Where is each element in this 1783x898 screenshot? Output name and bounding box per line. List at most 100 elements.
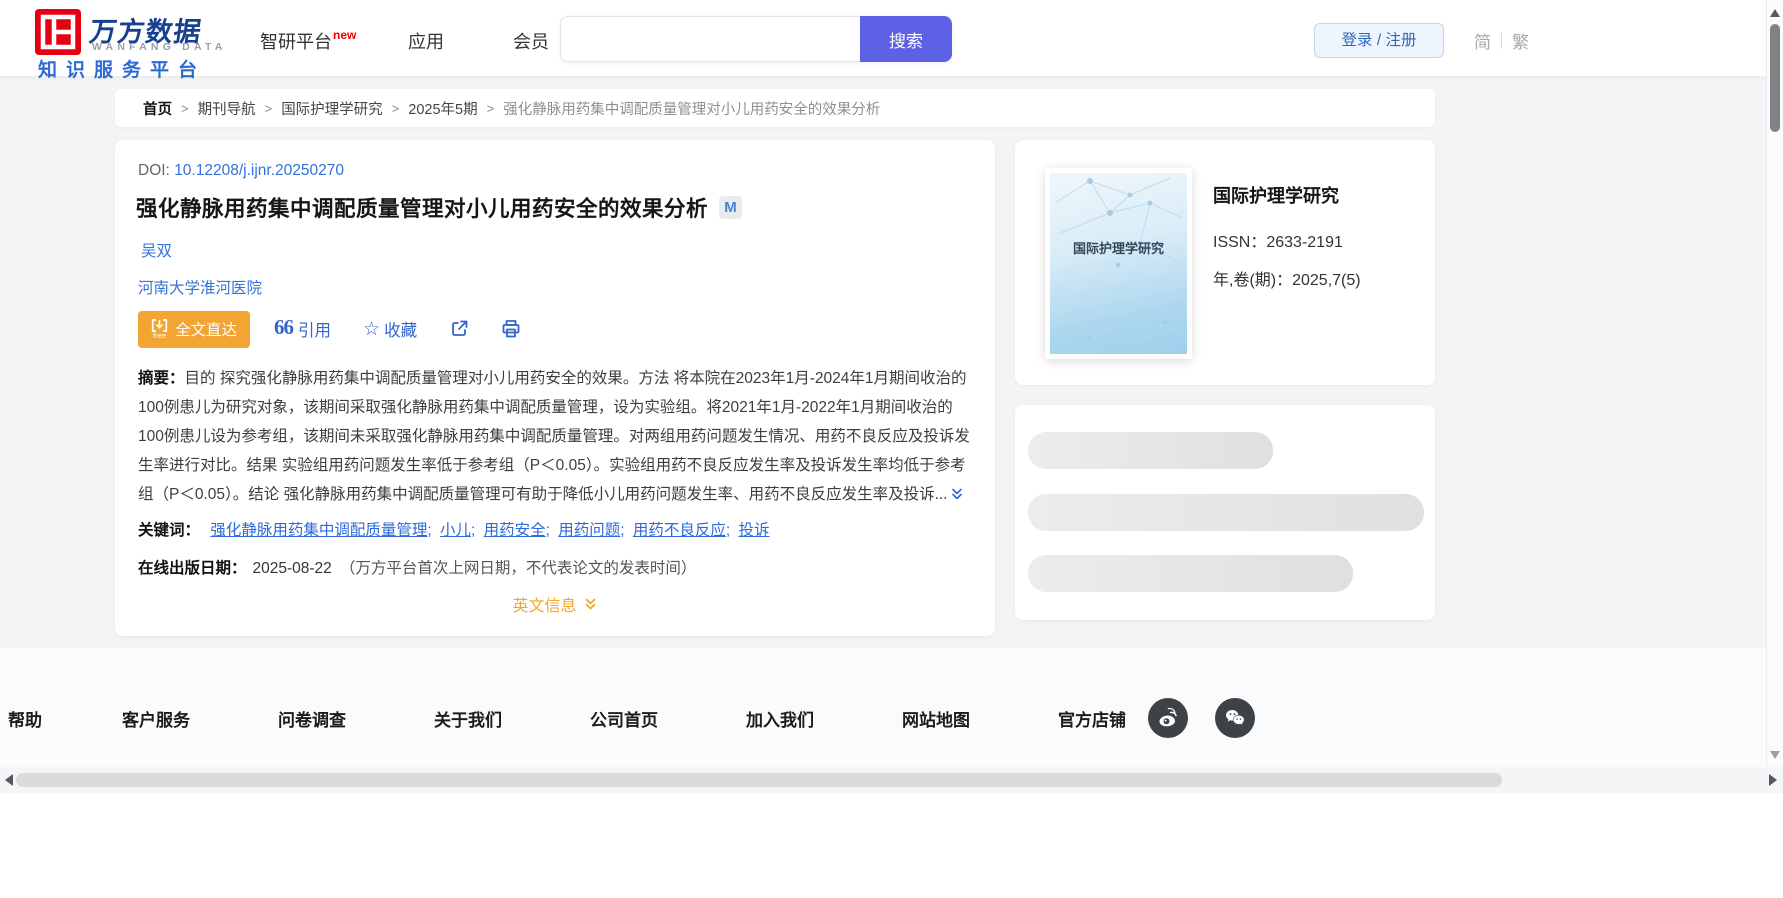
keywords-label: 关键词：	[138, 522, 200, 539]
breadcrumb: 首页 > 期刊导航 > 国际护理学研究 > 2025年5期 > 强化静脉用药集中…	[115, 89, 1435, 127]
keyword-link[interactable]: 用药安全	[484, 522, 546, 539]
english-info-toggle[interactable]: 英文信息	[512, 592, 597, 616]
site-header: 万方数据 WANFANG DATA 知识服务平台 智研平台new 应用 会员 搜…	[0, 0, 1783, 77]
footer-link-survey[interactable]: 问卷调查	[278, 706, 346, 731]
brand-name-en: WANFANG DATA	[92, 41, 227, 53]
nav-item-member[interactable]: 会员	[513, 28, 549, 54]
footer-link-help[interactable]: 帮助	[8, 706, 42, 731]
journal-cover-title: 国际护理学研究	[1050, 238, 1187, 257]
abstract-text: 目的 探究强化静脉用药集中调配质量管理对小儿用药安全的效果。方法 将本院在202…	[138, 370, 970, 503]
loading-skeleton-card	[1015, 405, 1435, 620]
keyword-separator: ;	[427, 522, 431, 539]
footer-link-about[interactable]: 关于我们	[434, 706, 502, 731]
pubdate-row: 在线出版日期：2025-08-22（万方平台首次上网日期，不代表论文的发表时间）	[138, 556, 696, 578]
cite-button[interactable]: 66 引用	[274, 317, 331, 342]
lang-traditional[interactable]: 繁	[1512, 28, 1529, 53]
keyword-separator: ;	[546, 522, 550, 539]
keyword-link[interactable]: 用药问题	[558, 522, 620, 539]
pubdate-value: 2025-08-22	[253, 560, 332, 577]
footer-link-store[interactable]: 官方店铺	[1058, 706, 1126, 731]
cover-network-decoration	[1050, 173, 1187, 354]
download-icon: free	[151, 318, 168, 340]
doi-label: DOI:	[138, 162, 170, 179]
breadcrumb-home[interactable]: 首页	[143, 98, 172, 119]
english-info-row: 英文信息	[115, 592, 995, 616]
print-icon	[501, 319, 521, 339]
breadcrumb-separator: >	[487, 101, 495, 116]
skeleton-bar	[1028, 432, 1273, 469]
pubdate-label: 在线出版日期：	[138, 560, 247, 577]
quote-icon: 66	[274, 315, 293, 340]
wanfang-logo[interactable]: 万方数据 WANFANG DATA 知识服务平台	[35, 6, 255, 74]
fulltext-label: 全文直达	[175, 318, 237, 340]
cite-label: 引用	[298, 317, 331, 341]
new-badge: new	[333, 28, 356, 42]
weibo-icon[interactable]	[1148, 698, 1188, 738]
print-button[interactable]	[501, 319, 521, 339]
title-row: 强化静脉用药集中调配质量管理对小儿用药安全的效果分析 M	[136, 192, 742, 223]
breadcrumb-separator: >	[181, 101, 189, 116]
institution-link[interactable]: 河南大学淮河医院	[138, 280, 262, 297]
english-info-label: 英文信息	[512, 592, 576, 616]
nav-item-zhiyan[interactable]: 智研平台new	[260, 28, 356, 54]
keyword-link[interactable]: 投诉	[739, 522, 770, 539]
breadcrumb-current: 强化静脉用药集中调配质量管理对小儿用药安全的效果分析	[503, 98, 880, 119]
keyword-link[interactable]: 用药不良反应	[633, 522, 726, 539]
vertical-scroll-thumb[interactable]	[1770, 24, 1780, 132]
search-box: 搜索	[560, 16, 952, 62]
free-label: free	[153, 332, 166, 340]
search-button[interactable]: 搜索	[860, 16, 952, 62]
skeleton-bar	[1028, 555, 1353, 592]
journal-cover[interactable]: 国际护理学研究	[1045, 168, 1192, 359]
share-button[interactable]	[449, 319, 469, 339]
keywords-row: 关键词： 强化静脉用药集中调配质量管理; 小儿; 用药安全; 用药问题; 用药不…	[138, 518, 770, 540]
horizontal-scrollbar[interactable]	[0, 767, 1783, 793]
scroll-down-arrow[interactable]	[1770, 751, 1780, 759]
share-icon	[449, 319, 469, 339]
doi-link[interactable]: 10.12208/j.ijnr.20250270	[174, 162, 344, 179]
volume-label: 年,卷(期)：	[1213, 272, 1292, 289]
author-link[interactable]: 吴双	[141, 243, 172, 260]
nav-item-apps[interactable]: 应用	[408, 28, 444, 54]
language-switch: 简 繁	[1474, 28, 1529, 53]
lang-divider	[1501, 33, 1502, 49]
favorite-button[interactable]: ☆ 收藏	[363, 317, 417, 341]
wanfang-logo-icon	[35, 9, 81, 55]
breadcrumb-item-issue[interactable]: 2025年5期	[408, 98, 477, 119]
lang-simplified[interactable]: 简	[1474, 28, 1491, 53]
wechat-icon[interactable]	[1215, 698, 1255, 738]
journal-volume-row: 年,卷(期)：2025,7(5)	[1213, 266, 1361, 290]
doi-row: DOI: 10.12208/j.ijnr.20250270	[138, 162, 344, 180]
star-icon: ☆	[363, 318, 380, 341]
journal-cover-image: 国际护理学研究	[1050, 173, 1187, 354]
footer-link-company[interactable]: 公司首页	[590, 706, 658, 731]
abstract-label: 摘要：	[138, 370, 185, 387]
keyword-link[interactable]: 强化静脉用药集中调配质量管理	[210, 522, 427, 539]
article-card: DOI: 10.12208/j.ijnr.20250270 强化静脉用药集中调配…	[115, 140, 995, 636]
keyword-separator: ;	[726, 522, 730, 539]
breadcrumb-item-journal-nav[interactable]: 期刊导航	[198, 98, 256, 119]
scroll-right-arrow[interactable]	[1769, 774, 1777, 786]
article-actions: free 全文直达 66 引用 ☆ 收藏	[138, 310, 553, 348]
horizontal-scroll-thumb[interactable]	[16, 773, 1502, 787]
footer-link-service[interactable]: 客户服务	[122, 706, 190, 731]
keyword-link[interactable]: 小儿	[440, 522, 471, 539]
footer-link-join[interactable]: 加入我们	[746, 706, 814, 731]
journal-title-link[interactable]: 国际护理学研究	[1213, 182, 1339, 208]
breadcrumb-separator: >	[392, 101, 400, 116]
login-register-button[interactable]: 登录 / 注册	[1314, 23, 1444, 58]
volume-value: 2025,7(5)	[1292, 272, 1361, 289]
keyword-separator: ;	[471, 522, 475, 539]
search-input[interactable]	[560, 16, 860, 62]
fulltext-button[interactable]: free 全文直达	[138, 311, 250, 348]
skeleton-bar	[1028, 494, 1424, 531]
journal-issn-row: ISSN：2633-2191	[1213, 228, 1343, 252]
vertical-scrollbar[interactable]	[1766, 0, 1783, 767]
keyword-separator: ;	[620, 522, 624, 539]
abstract-expand-icon[interactable]	[950, 482, 964, 511]
favorite-label: 收藏	[384, 317, 417, 341]
scroll-up-arrow[interactable]	[1770, 9, 1780, 17]
breadcrumb-item-journal[interactable]: 国际护理学研究	[281, 98, 383, 119]
footer-link-sitemap[interactable]: 网站地图	[902, 706, 970, 731]
scroll-left-arrow[interactable]	[5, 774, 13, 786]
